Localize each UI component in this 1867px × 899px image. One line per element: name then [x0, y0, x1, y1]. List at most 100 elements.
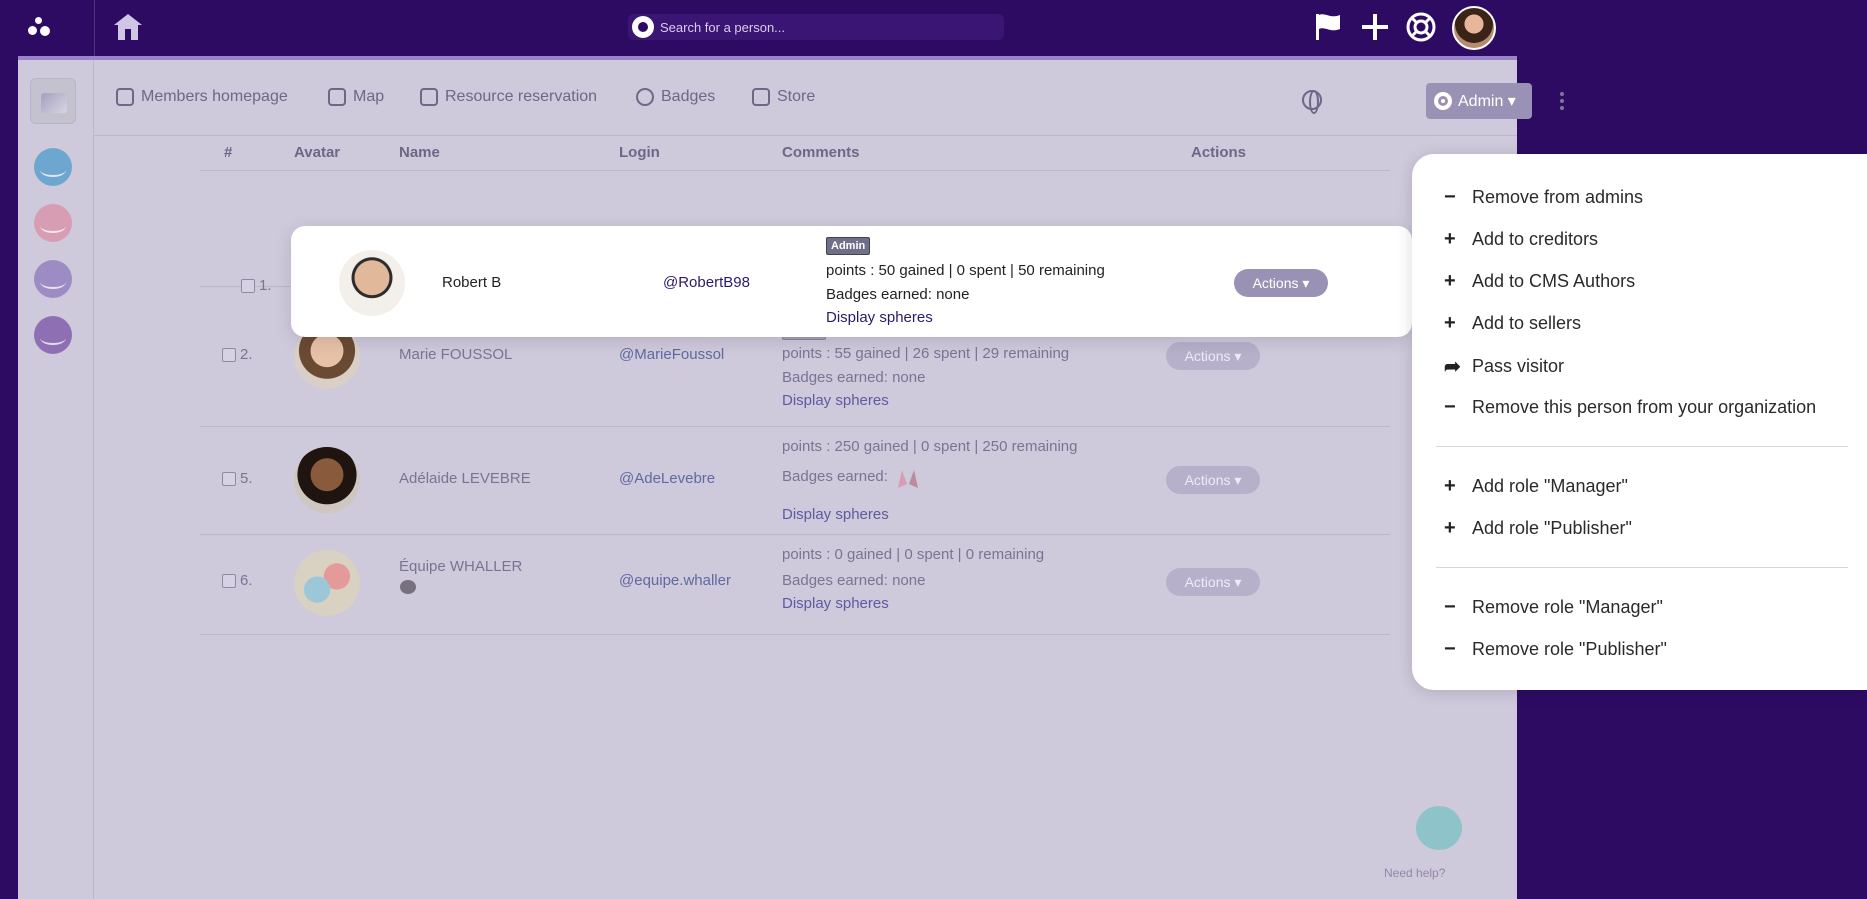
row-number: 6. — [240, 572, 253, 589]
selected-member-row: 1. Robert B @RobertB98 Admin points : 50… — [241, 226, 1412, 337]
nav-badges[interactable]: Badges — [636, 88, 715, 106]
actions-menu: − Remove from admins + Add to creditors … — [1412, 154, 1867, 690]
admin-tag: Admin — [826, 237, 871, 255]
help-bot-icon[interactable] — [1416, 806, 1462, 850]
column-header: Comments — [782, 144, 860, 161]
menu-remove-role-manager[interactable]: − Remove role "Manager" — [1444, 596, 1663, 619]
sphere-icon[interactable] — [34, 260, 72, 298]
points-text: points : 55 gained | 26 spent | 29 remai… — [782, 345, 1070, 362]
row-checkbox[interactable] — [241, 279, 255, 293]
member-name: Adélaide LEVEBRE — [399, 470, 531, 487]
menu-add-to-sellers[interactable]: + Add to sellers — [1444, 312, 1581, 335]
badges-text: Badges earned: — [782, 467, 888, 485]
member-login[interactable]: @AdeLevebre — [619, 470, 715, 487]
plus-icon: + — [1444, 312, 1456, 334]
display-spheres-link[interactable]: Display spheres — [782, 595, 889, 612]
menu-add-to-creditors[interactable]: + Add to creditors — [1444, 228, 1598, 251]
menu-add-role-publisher[interactable]: + Add role "Publisher" — [1444, 517, 1632, 540]
nav-members-homepage[interactable]: Members homepage — [116, 88, 288, 106]
plus-icon: + — [1444, 228, 1456, 250]
column-header: Login — [619, 144, 660, 161]
member-name: Robert B — [442, 274, 502, 291]
search-input[interactable] — [660, 19, 990, 35]
need-help-label[interactable]: Need help? — [1384, 866, 1445, 880]
top-divider — [94, 0, 95, 56]
sphere-rail — [18, 60, 94, 899]
avatar — [294, 550, 360, 616]
more-options-icon[interactable] — [1560, 92, 1564, 110]
sphere-icon[interactable] — [34, 148, 72, 186]
menu-divider — [1436, 446, 1848, 447]
gear-icon — [1434, 92, 1452, 110]
lifebuoy-icon[interactable] — [1404, 10, 1438, 44]
shield-icon — [116, 88, 134, 106]
actions-button[interactable]: Actions ▾ — [1234, 269, 1328, 297]
actions-button[interactable]: Actions ▾ — [1166, 568, 1260, 596]
member-login[interactable]: @equipe.whaller — [619, 572, 731, 589]
map-icon — [328, 88, 346, 106]
avatar — [339, 250, 405, 316]
row-number: 5. — [240, 470, 253, 487]
minus-icon: − — [1444, 396, 1456, 418]
main-panel: Members homepage Map Resource reservatio… — [18, 56, 1564, 899]
actions-button[interactable]: Actions ▾ — [1166, 342, 1260, 370]
menu-remove-role-publisher[interactable]: − Remove role "Publisher" — [1444, 638, 1667, 661]
sphere-icon[interactable] — [34, 204, 72, 242]
flag-icon[interactable] — [1312, 10, 1346, 44]
calendar-icon — [420, 88, 438, 106]
display-spheres-link[interactable]: Display spheres — [782, 392, 889, 409]
points-text: points : 250 gained | 0 spent | 250 rema… — [782, 438, 1078, 455]
member-name: Équipe WHALLER — [399, 558, 523, 575]
search-icon — [632, 16, 654, 38]
display-spheres-link[interactable]: Display spheres — [782, 506, 889, 523]
admin-button[interactable]: Admin ▾ — [1426, 83, 1532, 119]
store-icon — [752, 88, 770, 106]
minus-icon: − — [1444, 638, 1456, 660]
badges-text: Badges earned: none — [826, 286, 970, 303]
row-number: 1. — [259, 277, 272, 294]
menu-add-to-cms-authors[interactable]: + Add to CMS Authors — [1444, 270, 1635, 293]
points-text: points : 0 gained | 0 spent | 0 remainin… — [782, 546, 1045, 563]
menu-divider — [1436, 567, 1848, 568]
user-avatar[interactable] — [1452, 6, 1496, 50]
plus-icon: + — [1444, 517, 1456, 539]
badges-text: Badges earned: none — [782, 572, 926, 589]
row-number: 2. — [240, 346, 253, 363]
row-checkbox[interactable] — [222, 574, 236, 588]
table-row: 6. Équipe WHALLER @equipe.whaller points… — [94, 534, 1517, 634]
team-icon — [400, 580, 416, 594]
search-bar[interactable] — [628, 14, 1004, 40]
nav-resource-reservation[interactable]: Resource reservation — [420, 88, 597, 106]
nav-map[interactable]: Map — [328, 88, 384, 106]
actions-button[interactable]: Actions ▾ — [1166, 466, 1260, 494]
column-header: Actions — [1191, 144, 1247, 161]
globe-icon[interactable] — [1302, 90, 1322, 114]
avatar — [294, 447, 360, 513]
plus-icon[interactable] — [1358, 10, 1392, 44]
menu-remove-from-organization[interactable]: − Remove this person from your organizat… — [1444, 396, 1816, 419]
menu-pass-visitor[interactable]: ➦ Pass visitor — [1444, 354, 1564, 379]
home-icon[interactable] — [112, 12, 144, 42]
nav-store[interactable]: Store — [752, 88, 815, 106]
badges-text: Badges earned: none — [782, 369, 926, 386]
organization-nav: Members homepage Map Resource reservatio… — [94, 60, 1564, 136]
high-five-badge-icon[interactable] — [892, 464, 924, 490]
divider — [200, 634, 1393, 635]
display-spheres-link[interactable]: Display spheres — [826, 309, 933, 326]
menu-add-role-manager[interactable]: + Add role "Manager" — [1444, 475, 1628, 498]
row-checkbox[interactable] — [222, 472, 236, 486]
sphere-icon[interactable] — [34, 316, 72, 354]
app-logo-icon[interactable] — [24, 14, 54, 42]
menu-remove-from-admins[interactable]: − Remove from admins — [1444, 186, 1643, 209]
member-name: Marie FOUSSOL — [399, 346, 513, 363]
column-header: Name — [399, 144, 440, 161]
member-login[interactable]: @RobertB98 — [663, 274, 750, 291]
organization-logo[interactable] — [30, 78, 76, 124]
share-icon: ➦ — [1444, 356, 1461, 378]
plus-icon: + — [1444, 270, 1456, 292]
minus-icon: − — [1444, 596, 1456, 618]
top-bar — [0, 0, 1517, 56]
member-login[interactable]: @MarieFoussol — [619, 346, 724, 363]
minus-icon: − — [1444, 186, 1456, 208]
row-checkbox[interactable] — [222, 348, 236, 362]
